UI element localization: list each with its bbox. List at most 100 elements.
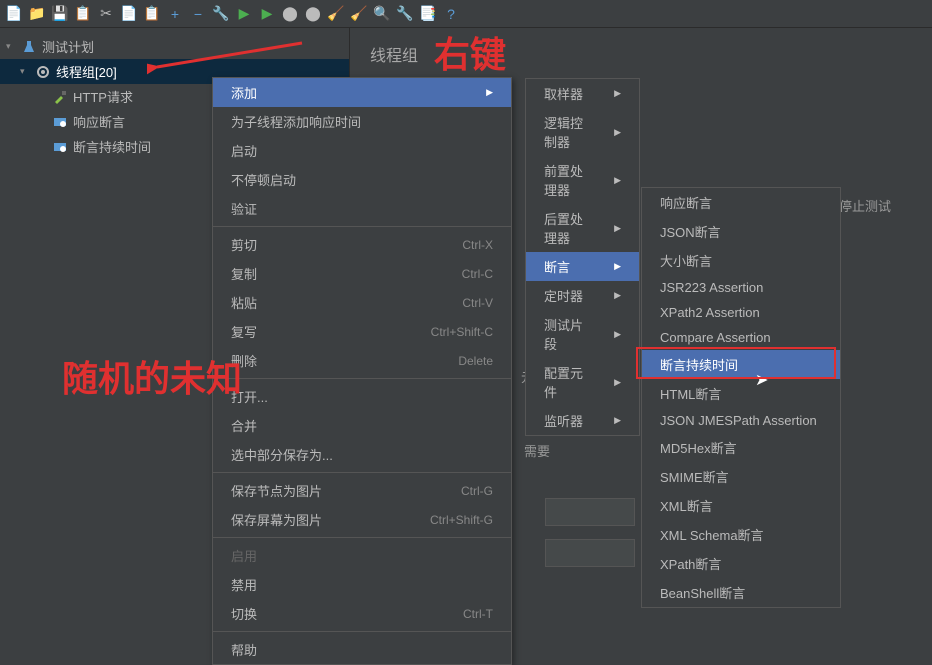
- menu-separator: [213, 631, 511, 632]
- tb-copy-icon[interactable]: 📄: [119, 4, 139, 24]
- tb-cut-icon[interactable]: ✂: [96, 4, 116, 24]
- submenu2-item-1[interactable]: JSON断言: [642, 217, 840, 246]
- bg-field-2[interactable]: [545, 539, 635, 567]
- menu-item-4[interactable]: 验证: [213, 194, 511, 223]
- menu-separator: [213, 226, 511, 227]
- submenu1-item-4[interactable]: 断言▶: [526, 252, 639, 281]
- tb-expand-icon[interactable]: +: [165, 4, 185, 24]
- submenu1-item-8[interactable]: 监听器▶: [526, 406, 639, 435]
- chevron-down-icon[interactable]: ▾: [6, 41, 16, 52]
- menu-item-9[interactable]: 复写 Ctrl+Shift-C: [213, 317, 511, 346]
- tb-wrench-icon[interactable]: 🔧: [211, 4, 231, 24]
- tb-help-icon[interactable]: ?: [441, 4, 461, 24]
- submenu2-item-12[interactable]: XML Schema断言: [642, 520, 840, 549]
- tb-clearall-icon[interactable]: 🧹: [349, 4, 369, 24]
- menu-item-label: 大小断言: [660, 251, 712, 270]
- menu-item-label: 添加: [231, 83, 257, 102]
- tree-thread-group-label: 线程组[20]: [56, 62, 117, 81]
- tb-open-icon[interactable]: 📁: [27, 4, 47, 24]
- menu-item-label: 帮助: [231, 640, 257, 659]
- tb-templates-icon[interactable]: 📑: [418, 4, 438, 24]
- menu-item-label: 保存屏幕为图片: [231, 510, 322, 529]
- menu-shortcut: Ctrl+Shift-C: [431, 325, 493, 339]
- tb-stop-icon[interactable]: ⬤: [280, 4, 300, 24]
- submenu1-item-7[interactable]: 配置元件▶: [526, 358, 639, 406]
- bg-need-text: 需要: [524, 441, 550, 460]
- tb-new-icon[interactable]: 📄: [4, 4, 24, 24]
- submenu2-item-10[interactable]: SMIME断言: [642, 462, 840, 491]
- submenu1-item-2[interactable]: 前置处理器▶: [526, 156, 639, 204]
- tree-root[interactable]: ▾ 测试计划: [0, 34, 349, 59]
- submenu2-item-0[interactable]: 响应断言: [642, 188, 840, 217]
- menu-item-12[interactable]: 打开...: [213, 382, 511, 411]
- submenu2-item-14[interactable]: BeanShell断言: [642, 578, 840, 607]
- menu-item-label: JSR223 Assertion: [660, 280, 763, 295]
- submenu2-item-9[interactable]: MD5Hex断言: [642, 433, 840, 462]
- menu-item-label: 剪切: [231, 235, 257, 254]
- menu-item-label: JSON JMESPath Assertion: [660, 413, 817, 428]
- menu-item-label: MD5Hex断言: [660, 438, 737, 457]
- menu-item-label: 禁用: [231, 575, 257, 594]
- chevron-right-icon: ▶: [614, 290, 621, 301]
- submenu1-item-5[interactable]: 定时器▶: [526, 281, 639, 310]
- bg-field-1[interactable]: [545, 498, 635, 526]
- menu-shortcut: Ctrl-C: [462, 267, 493, 281]
- submenu1-item-6[interactable]: 测试片段▶: [526, 310, 639, 358]
- menu-item-23[interactable]: 帮助: [213, 635, 511, 664]
- submenu2-item-3[interactable]: JSR223 Assertion: [642, 275, 840, 300]
- menu-item-17[interactable]: 保存屏幕为图片Ctrl+Shift-G: [213, 505, 511, 534]
- bg-stop-text: 停止测试: [839, 196, 891, 215]
- submenu2-item-13[interactable]: XPath断言: [642, 549, 840, 578]
- submenu2-item-2[interactable]: 大小断言: [642, 246, 840, 275]
- tb-shutdown-icon[interactable]: ⬤: [303, 4, 323, 24]
- menu-shortcut: Ctrl-T: [463, 607, 493, 621]
- tb-clear-icon[interactable]: 🧹: [326, 4, 346, 24]
- menu-item-label: 不停顿启动: [231, 170, 296, 189]
- submenu2-item-4[interactable]: XPath2 Assertion: [642, 300, 840, 325]
- submenu1-item-1[interactable]: 逻辑控制器▶: [526, 108, 639, 156]
- tb-run-nopause-icon[interactable]: ▶: [257, 4, 277, 24]
- menu-item-label: 切换: [231, 604, 257, 623]
- menu-item-label: 配置元件: [544, 363, 594, 401]
- chevron-down-icon[interactable]: ▾: [20, 66, 30, 77]
- menu-item-7[interactable]: 复制Ctrl-C: [213, 259, 511, 288]
- submenu-add: 取样器▶逻辑控制器▶前置处理器▶后置处理器▶断言▶定时器▶测试片段▶配置元件▶监…: [525, 78, 640, 436]
- menu-item-10[interactable]: 删除Delete: [213, 346, 511, 375]
- submenu2-item-7[interactable]: HTML断言: [642, 379, 840, 408]
- menu-item-14[interactable]: 选中部分保存为...: [213, 440, 511, 469]
- submenu1-item-0[interactable]: 取样器▶: [526, 79, 639, 108]
- tb-saveall-icon[interactable]: 📋: [73, 4, 93, 24]
- menu-item-3[interactable]: 不停顿启动: [213, 165, 511, 194]
- menu-item-0[interactable]: 添加▶: [213, 78, 511, 107]
- tb-search-icon[interactable]: 🔍: [372, 4, 392, 24]
- tb-save-icon[interactable]: 💾: [50, 4, 70, 24]
- assert-icon: [52, 139, 68, 155]
- menu-item-8[interactable]: 粘贴Ctrl-V: [213, 288, 511, 317]
- menu-item-6[interactable]: 剪切Ctrl-X: [213, 230, 511, 259]
- menu-item-label: XML Schema断言: [660, 525, 764, 544]
- tb-collapse-icon[interactable]: −: [188, 4, 208, 24]
- menu-item-label: XPath断言: [660, 554, 721, 573]
- menu-item-1[interactable]: 为子线程添加响应时间: [213, 107, 511, 136]
- menu-item-21[interactable]: 切换 Ctrl-T: [213, 599, 511, 628]
- tb-paste-icon[interactable]: 📋: [142, 4, 162, 24]
- menu-shortcut: Ctrl-G: [461, 484, 493, 498]
- submenu2-item-8[interactable]: JSON JMESPath Assertion: [642, 408, 840, 433]
- menu-item-16[interactable]: 保存节点为图片Ctrl-G: [213, 476, 511, 505]
- menu-item-2[interactable]: 启动: [213, 136, 511, 165]
- toolbar: 📄 📁 💾 📋 ✂ 📄 📋 + − 🔧 ▶ ▶ ⬤ ⬤ 🧹 🧹 🔍 🔧 📑 ?: [0, 0, 932, 28]
- panel-title: 线程组: [350, 28, 932, 80]
- assert-icon: [52, 114, 68, 130]
- gear-icon: [35, 64, 51, 80]
- submenu1-item-3[interactable]: 后置处理器▶: [526, 204, 639, 252]
- menu-item-label: 粘贴: [231, 293, 257, 312]
- menu-item-label: XML断言: [660, 496, 713, 515]
- submenu2-item-11[interactable]: XML断言: [642, 491, 840, 520]
- tb-run-icon[interactable]: ▶: [234, 4, 254, 24]
- tb-fn-icon[interactable]: 🔧: [395, 4, 415, 24]
- tree-item-label: 响应断言: [73, 112, 125, 131]
- menu-item-label: 复写: [231, 322, 257, 341]
- menu-item-20[interactable]: 禁用: [213, 570, 511, 599]
- menu-item-13[interactable]: 合并: [213, 411, 511, 440]
- menu-item-19[interactable]: 启用: [213, 541, 511, 570]
